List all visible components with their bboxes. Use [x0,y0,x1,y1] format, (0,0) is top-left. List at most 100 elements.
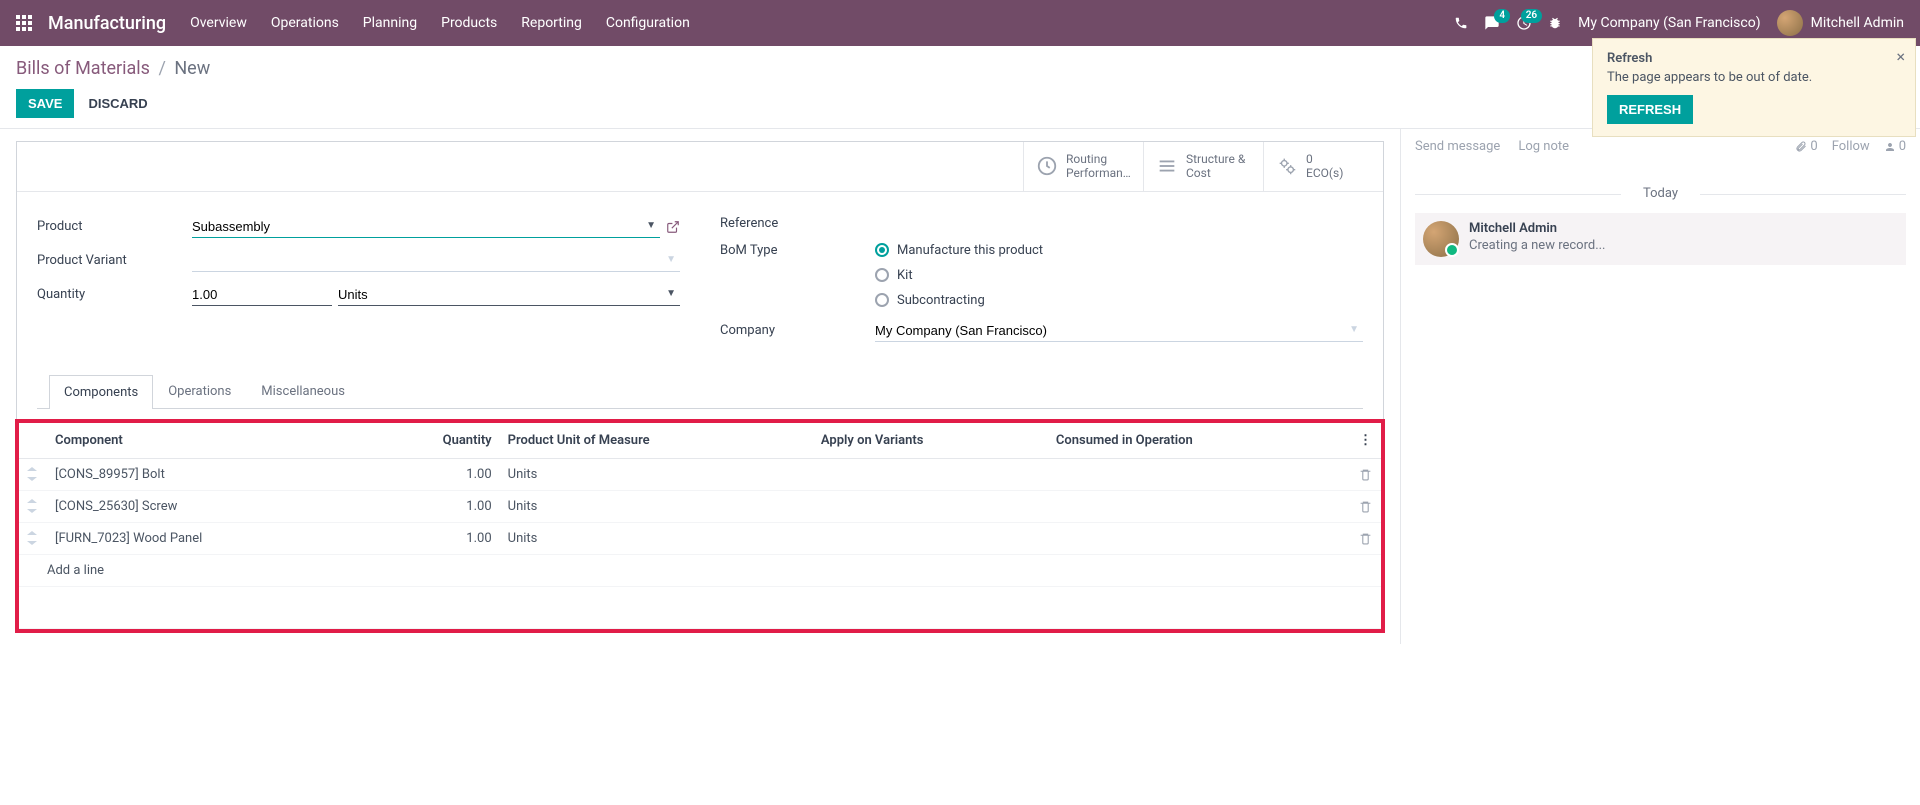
stat-routing-l1: Routing [1066,152,1131,166]
attach-count: 0 [1810,139,1817,154]
quantity-label: Quantity [37,287,192,302]
radio-label: Subcontracting [897,293,985,308]
company-input[interactable] [875,320,1363,342]
cell-uom[interactable]: Units [500,458,813,490]
drag-handle-icon[interactable] [19,490,47,522]
debug-icon[interactable] [1548,16,1562,30]
external-link-icon[interactable] [666,220,680,234]
trash-icon[interactable] [1351,490,1381,522]
messages-badge: 4 [1494,9,1510,23]
close-icon[interactable]: × [1896,47,1905,66]
notification-refresh: × Refresh The page appears to be out of … [1592,38,1916,137]
refresh-button[interactable]: REFRESH [1607,95,1693,124]
tab-operations[interactable]: Operations [153,374,246,408]
avatar [1777,10,1803,36]
radio-subcontracting[interactable]: Subcontracting [875,293,1363,308]
nav-reporting[interactable]: Reporting [521,15,582,31]
cell-consumed[interactable] [1048,522,1351,554]
save-button[interactable]: SAVE [16,89,74,118]
drag-handle-icon[interactable] [19,458,47,490]
cell-uom[interactable]: Units [500,490,813,522]
cell-uom[interactable]: Units [500,522,813,554]
cell-component[interactable]: [FURN_7023] Wood Panel [47,522,371,554]
user-menu[interactable]: Mitchell Admin [1777,10,1904,36]
log-note-button[interactable]: Log note [1518,139,1569,154]
radio-icon [875,268,889,282]
followers-button[interactable]: 0 [1884,139,1906,154]
nav-overview[interactable]: Overview [190,15,247,31]
radio-icon [875,243,889,257]
tab-miscellaneous[interactable]: Miscellaneous [246,374,360,408]
nav-operations[interactable]: Operations [271,15,339,31]
breadcrumb-sep: / [158,58,165,79]
variant-input[interactable] [192,250,680,272]
trash-icon[interactable] [1351,458,1381,490]
stat-buttons: Routing Performan… Structure & Cost [17,142,1383,192]
nav-products[interactable]: Products [441,15,497,31]
reference-label: Reference [720,216,875,231]
quantity-input[interactable] [192,284,332,306]
trash-icon[interactable] [1351,522,1381,554]
cell-qty[interactable]: 1.00 [371,458,500,490]
th-component: Component [47,423,371,459]
stat-structure[interactable]: Structure & Cost [1143,142,1263,191]
cell-consumed[interactable] [1048,458,1351,490]
radio-kit[interactable]: Kit [875,268,1363,283]
stat-routing[interactable]: Routing Performan… [1023,142,1143,191]
nav-configuration[interactable]: Configuration [606,15,690,31]
components-table-highlight: Component Quantity Product Unit of Measu… [15,419,1385,633]
company-switcher[interactable]: My Company (San Francisco) [1578,15,1760,31]
cell-qty[interactable]: 1.00 [371,522,500,554]
components-table: Component Quantity Product Unit of Measu… [19,423,1381,629]
radio-icon [875,293,889,307]
cell-component[interactable]: [CONS_89957] Bolt [47,458,371,490]
brand[interactable]: Manufacturing [48,13,166,34]
th-consumed: Consumed in Operation [1048,423,1351,459]
stat-routing-l2: Performan… [1066,166,1131,180]
msg-text: Creating a new record... [1469,238,1898,253]
stat-eco-val: 0 [1306,152,1343,166]
tabs: Components Operations Miscellaneous [37,374,1363,409]
apps-icon[interactable] [16,15,32,31]
radio-label: Manufacture this product [897,243,1043,258]
messages-icon[interactable]: 4 [1484,15,1500,31]
add-line-button[interactable]: Add a line [47,554,1381,586]
activities-icon[interactable]: 26 [1516,15,1532,31]
list-icon [1156,155,1178,177]
drag-handle-icon[interactable] [19,522,47,554]
form-sheet: Routing Performan… Structure & Cost [16,141,1384,632]
cell-variants[interactable] [813,458,1048,490]
breadcrumb-root[interactable]: Bills of Materials [16,58,150,79]
stat-eco[interactable]: 0 ECO(s) [1263,142,1383,191]
cell-variants[interactable] [813,522,1048,554]
stat-eco-label: ECO(s) [1306,166,1343,180]
th-uom: Product Unit of Measure [500,423,813,459]
table-row[interactable]: [CONS_25630] Screw1.00Units [19,490,1381,522]
tab-components[interactable]: Components [49,375,153,409]
th-quantity: Quantity [371,423,500,459]
table-options-icon[interactable]: ⋮ [1351,423,1381,459]
follow-button[interactable]: Follow [1832,139,1870,154]
radio-label: Kit [897,268,913,283]
stat-structure-l2: Cost [1186,166,1245,180]
cell-variants[interactable] [813,490,1048,522]
send-message-button[interactable]: Send message [1415,139,1500,154]
nav-planning[interactable]: Planning [363,15,417,31]
bom-type-label: BoM Type [720,243,875,258]
msg-author: Mitchell Admin [1469,221,1898,236]
cell-consumed[interactable] [1048,490,1351,522]
th-variants: Apply on Variants [813,423,1048,459]
product-input[interactable] [192,216,660,238]
cell-component[interactable]: [CONS_25630] Screw [47,490,371,522]
notif-title: Refresh [1607,51,1901,66]
radio-manufacture[interactable]: Manufacture this product [875,243,1363,258]
avatar [1423,221,1459,257]
attachments-button[interactable]: 0 [1795,139,1817,154]
phone-icon[interactable] [1454,16,1468,30]
discard-button[interactable]: DISCARD [88,96,147,111]
activities-badge: 26 [1521,9,1542,23]
table-row[interactable]: [CONS_89957] Bolt1.00Units [19,458,1381,490]
table-row[interactable]: [FURN_7023] Wood Panel1.00Units [19,522,1381,554]
uom-select[interactable] [338,284,680,306]
cell-qty[interactable]: 1.00 [371,490,500,522]
